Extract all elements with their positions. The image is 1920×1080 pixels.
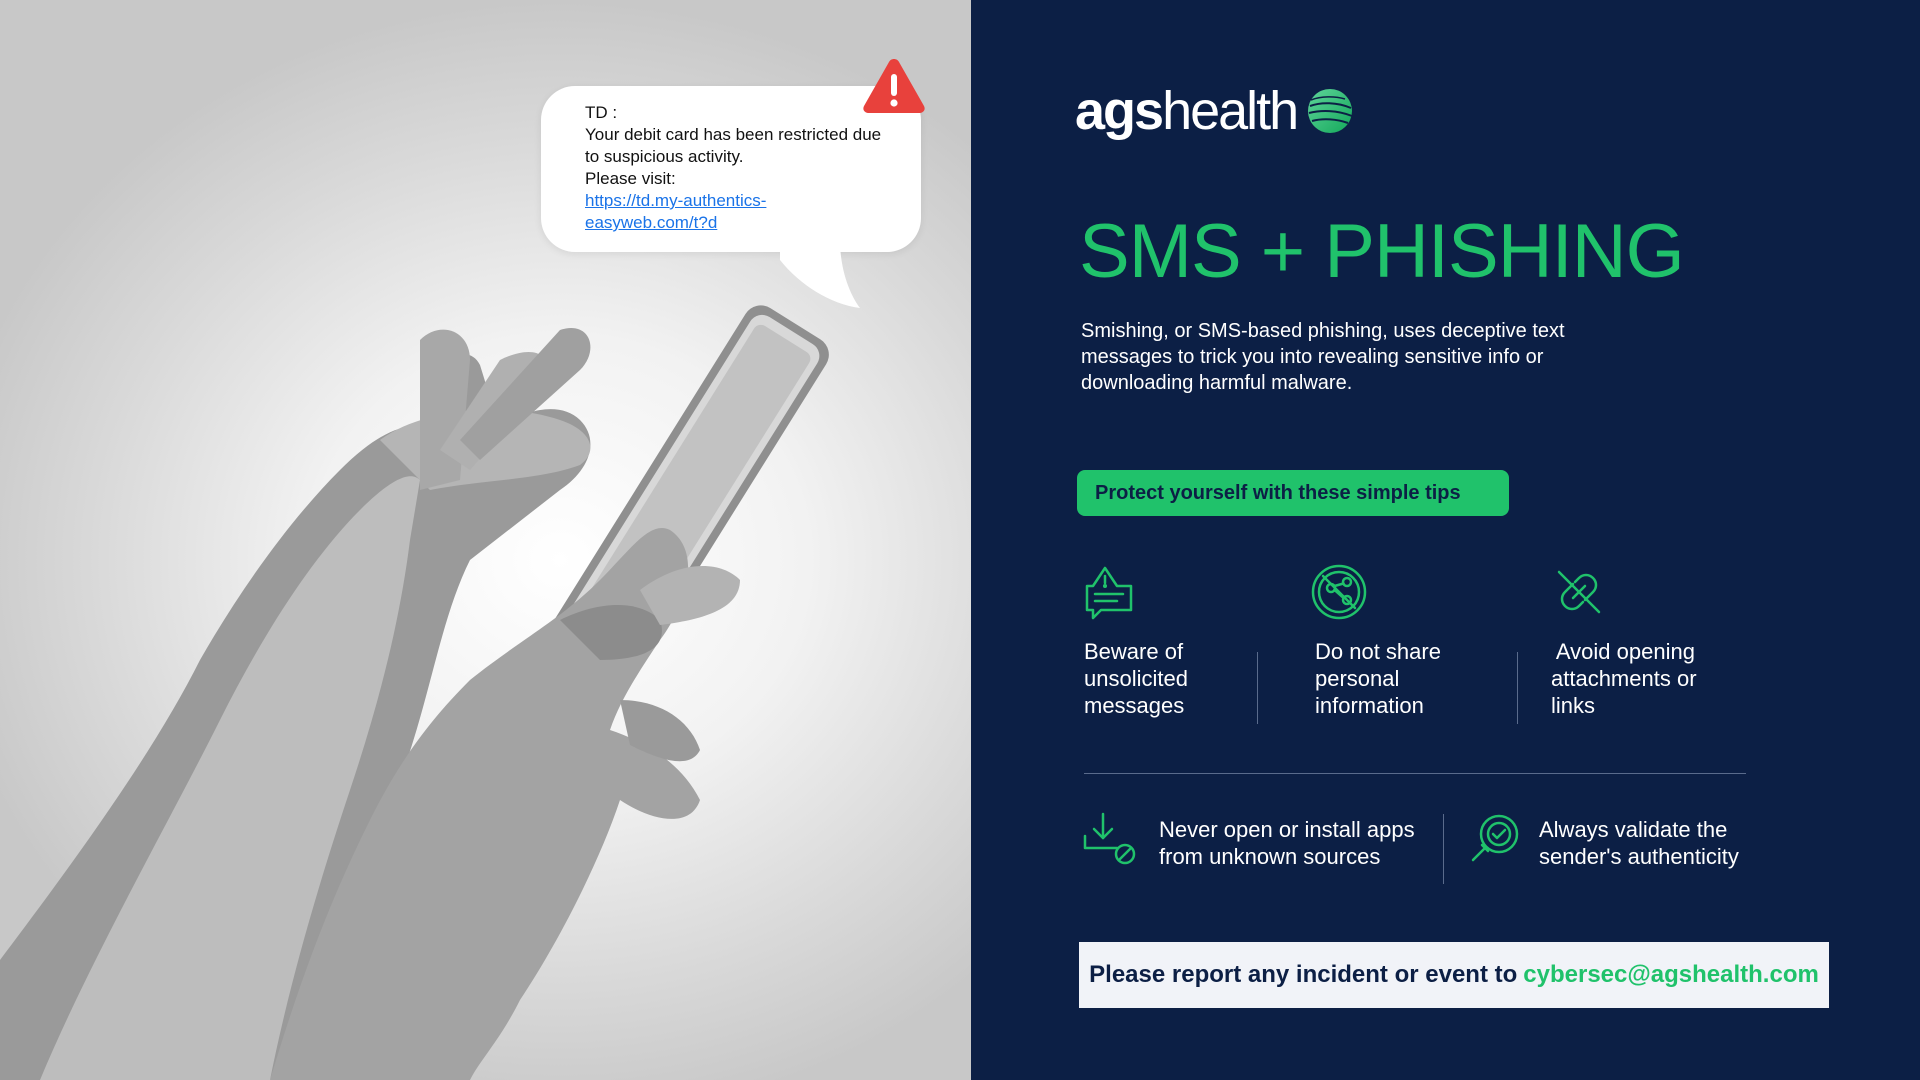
divider <box>1257 652 1258 724</box>
page-title: SMS + PHISHING <box>1079 209 1685 294</box>
poster: TD : Your debit card has been restricted… <box>0 0 1920 1080</box>
section-divider <box>1084 773 1746 774</box>
report-banner: Please report any incident or event to c… <box>1079 942 1829 1008</box>
warning-message-icon <box>1085 566 1133 620</box>
bubble-tail <box>780 240 860 308</box>
blocked-download-icon <box>1083 812 1136 865</box>
divider <box>1443 814 1444 884</box>
tip-do-not-share: Do not share personal information <box>1315 639 1441 718</box>
report-email-link[interactable]: cybersec@agshealth.com <box>1523 961 1819 989</box>
sms-link[interactable]: easyweb.com/t?d <box>585 212 905 234</box>
tip-validate-sender: Always validate the sender's authenticit… <box>1539 817 1739 869</box>
broken-link-icon <box>1557 570 1601 614</box>
tips-heading-badge: Protect yourself with these simple tips <box>1077 470 1509 516</box>
report-text: Please report any incident or event to <box>1089 961 1518 988</box>
warning-triangle-icon <box>863 59 925 113</box>
intro-paragraph: Smishing, or SMS-based phishing, uses de… <box>1081 320 1565 394</box>
divider <box>1517 652 1518 724</box>
tip-never-install-apps: Never open or install apps from unknown … <box>1159 817 1415 869</box>
sms-message-text: TD : Your debit card has been restricted… <box>585 102 905 234</box>
logo-wordmark: agshealth <box>1075 81 1299 141</box>
sms-line: Please visit: <box>585 169 676 188</box>
verify-search-icon <box>1471 814 1519 862</box>
info-panel: agshealth SMS + PHISHING Smishing, or SM… <box>971 0 1920 1080</box>
tip-beware-unsolicited: Beware of unsolicited messages <box>1084 639 1188 718</box>
sms-link[interactable]: https://td.my-authentics- <box>585 190 905 212</box>
no-share-icon <box>1311 564 1367 620</box>
sms-line: to suspicious activity. <box>585 147 744 166</box>
sms-sender: TD : <box>585 103 618 122</box>
globe-icon <box>1308 89 1353 133</box>
tip-avoid-attachments: Avoid opening attachments or links <box>1551 639 1697 718</box>
agshealth-logo: agshealth <box>1075 80 1353 142</box>
sms-line: Your debit card has been restricted due <box>585 125 882 144</box>
photo-panel: TD : Your debit card has been restricted… <box>0 0 971 1080</box>
